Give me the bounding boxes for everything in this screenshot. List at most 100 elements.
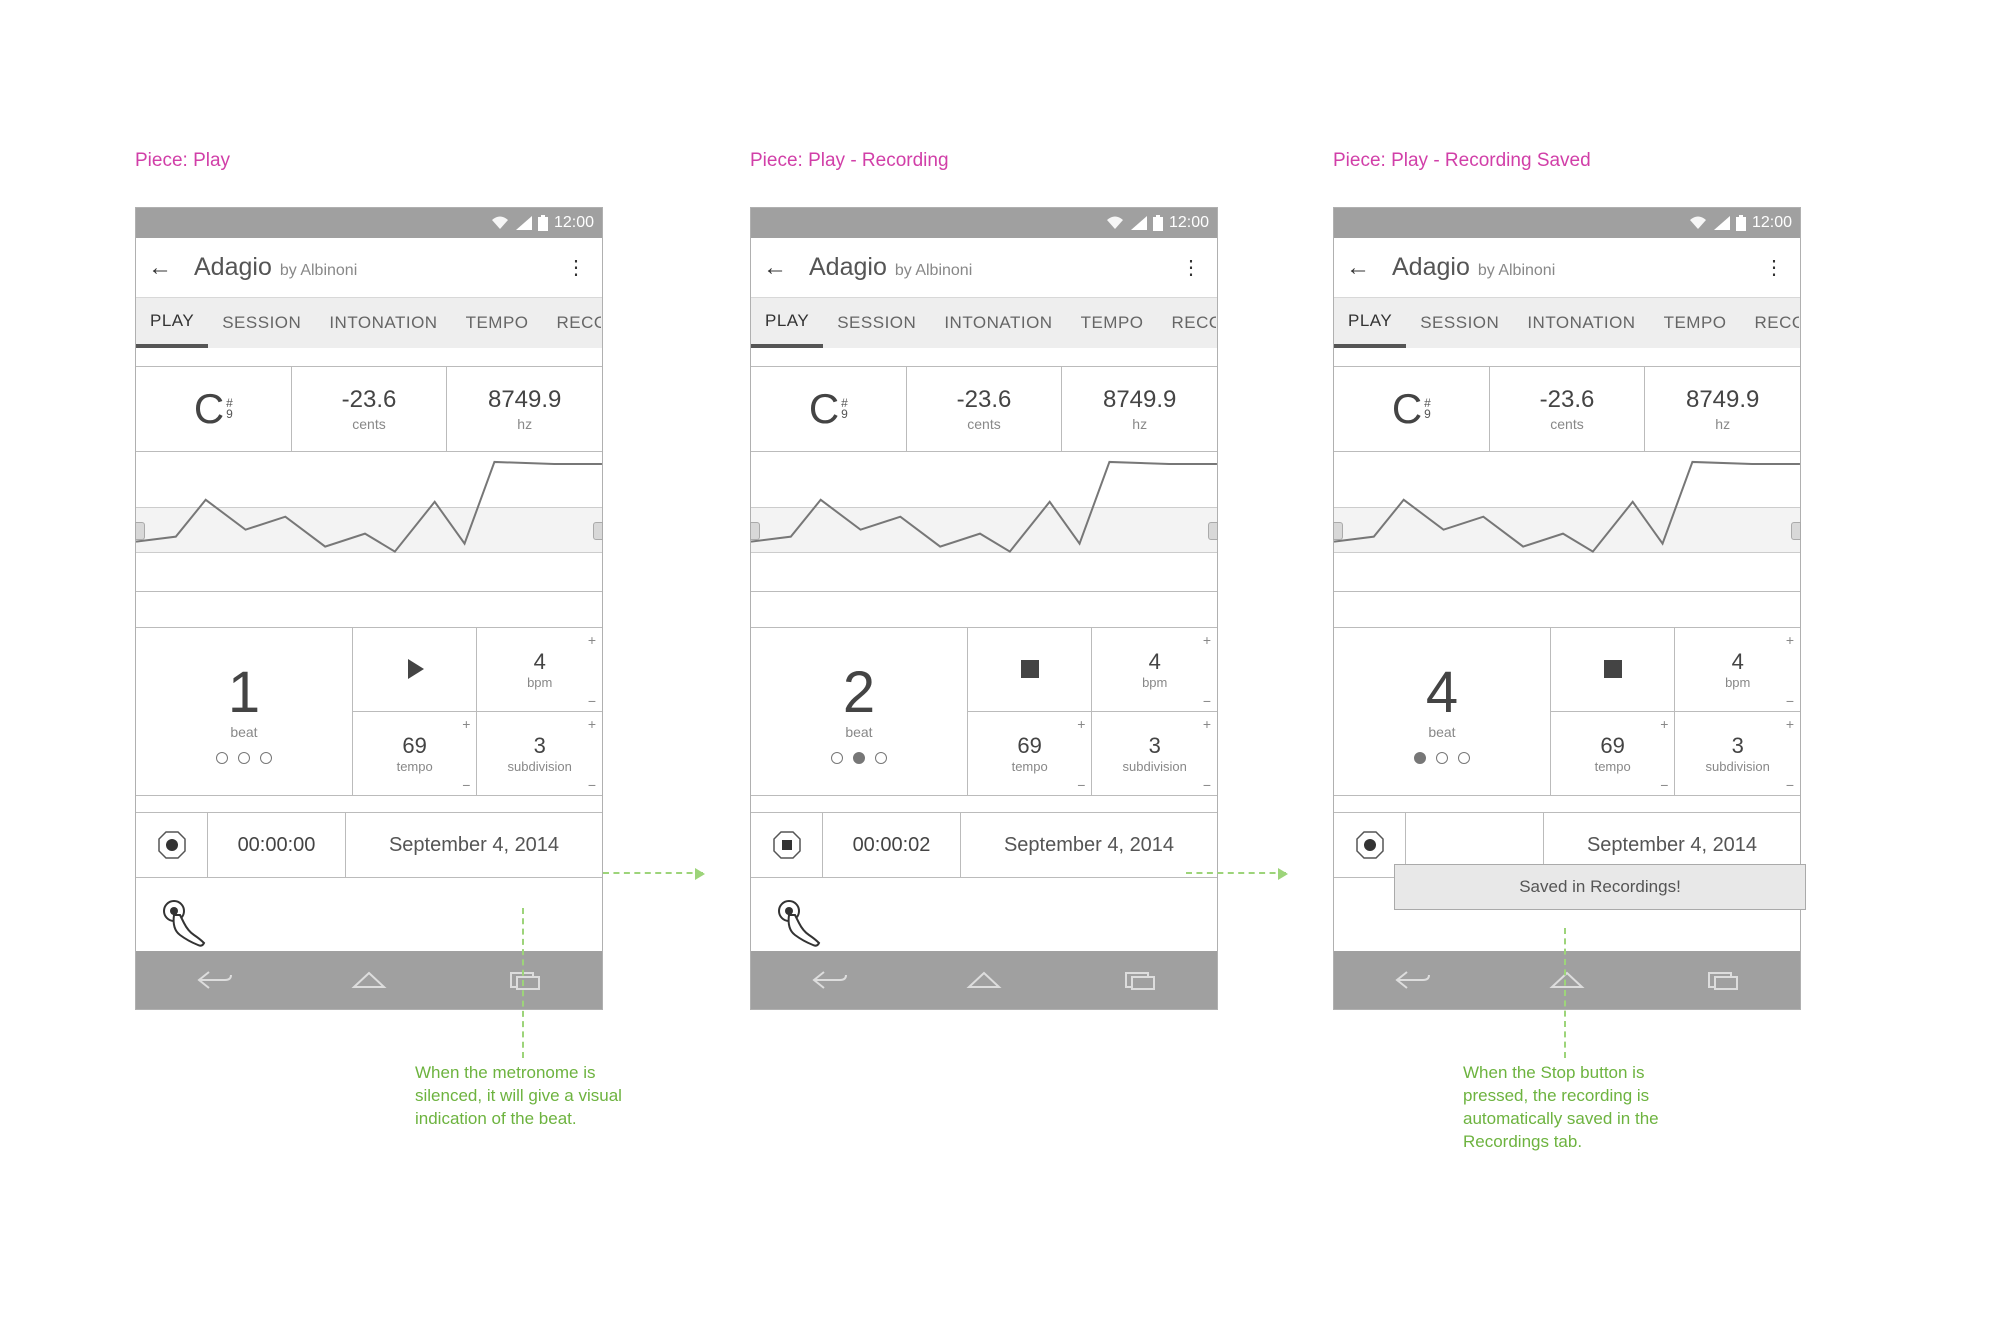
nav-back-button[interactable]	[810, 969, 848, 991]
toast: Saved in Recordings!	[1394, 864, 1806, 910]
cents-readout: -23.6 cents	[907, 367, 1063, 451]
bpm-value: 4	[534, 649, 546, 675]
tab-recordings[interactable]: RECORDINGS	[543, 298, 601, 348]
stop-icon	[1602, 658, 1624, 680]
minus-icon[interactable]: −	[1660, 777, 1668, 793]
plus-icon[interactable]: +	[1203, 716, 1211, 732]
annotation-text: When the Stop button is pressed, the rec…	[1463, 1062, 1683, 1154]
minus-icon[interactable]: −	[1786, 777, 1794, 793]
graph-handle-left[interactable]	[135, 522, 145, 540]
nav-back-button[interactable]	[195, 969, 233, 991]
tab-intonation[interactable]: INTONATION	[930, 298, 1066, 348]
plus-icon[interactable]: +	[1660, 716, 1668, 732]
plus-icon[interactable]: +	[588, 632, 596, 648]
stop-icon	[1019, 658, 1041, 680]
overflow-menu-button[interactable]	[560, 255, 590, 280]
tuner-readouts: C # 9 -23.6 cents 8749.9 hz	[136, 366, 602, 452]
graph-handle-right[interactable]	[1791, 522, 1801, 540]
beat-dot	[1414, 752, 1426, 764]
record-button[interactable]	[751, 812, 823, 877]
graph-handle-right[interactable]	[1208, 522, 1218, 540]
signal-icon	[1714, 216, 1730, 230]
wifi-icon	[1688, 215, 1708, 231]
back-button[interactable]: ←	[763, 254, 799, 282]
pitch-graph[interactable]	[751, 452, 1217, 592]
tab-intonation[interactable]: INTONATION	[1513, 298, 1649, 348]
minus-icon[interactable]: −	[1203, 693, 1211, 709]
back-button[interactable]: ←	[148, 254, 184, 282]
subdivision-stepper[interactable]: + 3 subdivision −	[1092, 712, 1217, 796]
nav-recent-button[interactable]	[1120, 969, 1158, 991]
pitch-graph[interactable]	[136, 452, 602, 592]
nav-back-button[interactable]	[1393, 969, 1431, 991]
subdivision-stepper[interactable]: + 3 subdivision −	[477, 712, 602, 796]
graph-handle-right[interactable]	[593, 522, 603, 540]
plus-icon[interactable]: +	[1786, 632, 1794, 648]
annotation-line	[522, 908, 524, 1058]
beat-indicator-dots	[1414, 752, 1470, 764]
tab-recordings[interactable]: RECORDINGS	[1741, 298, 1799, 348]
overflow-menu-button[interactable]	[1175, 255, 1205, 280]
graph-footer	[751, 592, 1217, 628]
pitch-graph[interactable]	[1334, 452, 1800, 592]
tab-bar: PLAY SESSION INTONATION TEMPO RECORDINGS	[136, 298, 602, 348]
tempo-stepper[interactable]: + 69 tempo −	[353, 712, 478, 796]
tab-intonation[interactable]: INTONATION	[315, 298, 451, 348]
tab-play[interactable]: PLAY	[1334, 298, 1406, 348]
transport-button[interactable]	[968, 628, 1093, 712]
tab-session[interactable]: SESSION	[1406, 298, 1513, 348]
tab-session[interactable]: SESSION	[823, 298, 930, 348]
tempo-stepper[interactable]: + 69 tempo −	[1551, 712, 1676, 796]
metronome-panel: 1 beat + 4 bpm − + 69 tempo	[136, 628, 602, 796]
tab-recordings[interactable]: RECORDINGS	[1158, 298, 1216, 348]
tab-tempo[interactable]: TEMPO	[1067, 298, 1158, 348]
tempo-label: tempo	[1012, 759, 1048, 774]
overflow-menu-button[interactable]	[1758, 255, 1788, 280]
play-icon	[402, 656, 428, 682]
transport-button[interactable]	[353, 628, 478, 712]
tab-tempo[interactable]: TEMPO	[452, 298, 543, 348]
plus-icon[interactable]: +	[462, 716, 470, 732]
record-button[interactable]	[136, 812, 208, 877]
bpm-stepper[interactable]: + 4 bpm −	[477, 628, 602, 712]
transport-button[interactable]	[1551, 628, 1676, 712]
tab-play[interactable]: PLAY	[751, 298, 823, 348]
tab-tempo[interactable]: TEMPO	[1650, 298, 1741, 348]
minus-icon[interactable]: −	[1203, 777, 1211, 793]
tempo-value: 69	[1017, 733, 1041, 759]
nav-home-button[interactable]	[965, 969, 1003, 991]
cents-readout: -23.6 cents	[1490, 367, 1646, 451]
minus-icon[interactable]: −	[588, 693, 596, 709]
plus-icon[interactable]: +	[1203, 632, 1211, 648]
plus-icon[interactable]: +	[1786, 716, 1794, 732]
recording-name[interactable]: September 4, 2014	[961, 812, 1217, 877]
graph-handle-left[interactable]	[750, 522, 760, 540]
minus-icon[interactable]: −	[462, 777, 470, 793]
back-button[interactable]: ←	[1346, 254, 1382, 282]
minus-icon[interactable]: −	[1786, 693, 1794, 709]
nav-recent-button[interactable]	[1703, 969, 1741, 991]
plus-icon[interactable]: +	[588, 716, 596, 732]
bpm-stepper[interactable]: + 4 bpm −	[1675, 628, 1800, 712]
tab-play[interactable]: PLAY	[136, 298, 208, 348]
minus-icon[interactable]: −	[588, 777, 596, 793]
nav-home-button[interactable]	[350, 969, 388, 991]
tab-session[interactable]: SESSION	[208, 298, 315, 348]
nav-recent-button[interactable]	[505, 969, 543, 991]
nav-home-button[interactable]	[1548, 969, 1586, 991]
minus-icon[interactable]: −	[1077, 777, 1085, 793]
subdivision-stepper[interactable]: + 3 subdivision −	[1675, 712, 1800, 796]
bpm-stepper[interactable]: + 4 bpm −	[1092, 628, 1217, 712]
status-time: 12:00	[1169, 214, 1209, 232]
app-bar: ← Adagio by Albinoni	[136, 238, 602, 298]
status-time: 12:00	[1752, 214, 1792, 232]
cents-value: -23.6	[957, 386, 1012, 414]
plus-icon[interactable]: +	[1077, 716, 1085, 732]
phone-frame: 12:00 ← Adagio by Albinoni PLAY SESSION …	[750, 207, 1218, 1010]
bpm-value: 4	[1149, 649, 1161, 675]
system-nav-bar	[136, 951, 602, 1009]
note-readout: C # 9	[1334, 367, 1490, 451]
tempo-stepper[interactable]: + 69 tempo −	[968, 712, 1093, 796]
recording-name[interactable]: September 4, 2014	[346, 812, 602, 877]
graph-handle-left[interactable]	[1333, 522, 1343, 540]
